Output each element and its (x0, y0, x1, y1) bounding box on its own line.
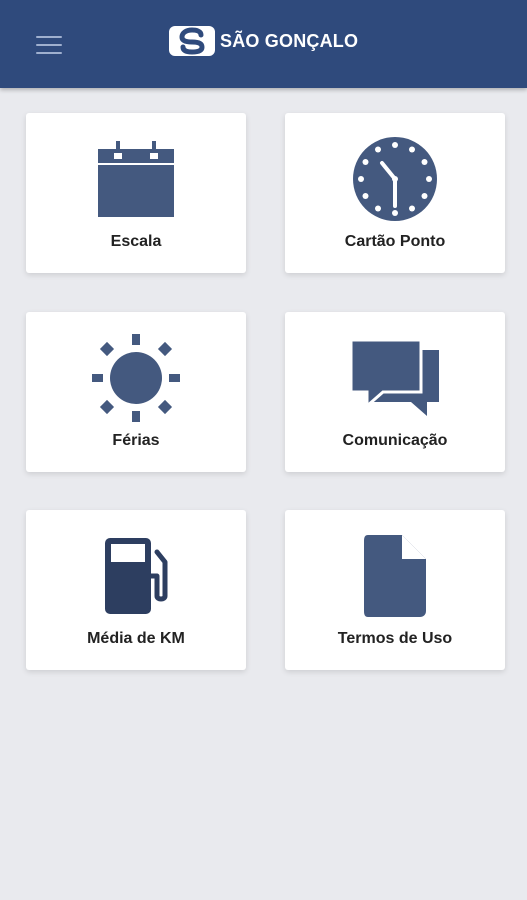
card-label: Escala (110, 233, 162, 250)
menu-line (36, 36, 62, 38)
card-label: Cartão Ponto (344, 233, 446, 250)
menu-line (36, 52, 62, 54)
brand-name: SÃO GONÇALO (220, 30, 359, 51)
card-termos-de-uso[interactable]: Termos de Uso (285, 510, 505, 670)
card-label: Média de KM (87, 630, 185, 647)
calendar-icon (98, 141, 174, 217)
app-bar: SÃO GONÇALO (0, 0, 527, 88)
card-label: Férias (112, 432, 160, 449)
hamburger-menu-button[interactable] (36, 36, 62, 54)
card-comunicacao[interactable]: Comunicação (285, 312, 505, 472)
sun-icon (92, 334, 180, 422)
clock-icon (353, 137, 437, 221)
brand: SÃO GONÇALO (168, 25, 358, 57)
card-label: Termos de Uso (337, 630, 453, 647)
card-escala[interactable]: Escala (26, 113, 246, 273)
card-cartao-ponto[interactable]: Cartão Ponto (285, 113, 505, 273)
card-label: Comunicação (342, 432, 448, 449)
fuel-pump-icon (105, 538, 168, 614)
brand-logo-icon (169, 26, 215, 56)
card-ferias[interactable]: Férias (26, 312, 246, 472)
chat-icon (349, 338, 439, 416)
document-icon (364, 535, 426, 617)
menu-line (36, 44, 62, 46)
card-media-de-km[interactable]: Média de KM (26, 510, 246, 670)
